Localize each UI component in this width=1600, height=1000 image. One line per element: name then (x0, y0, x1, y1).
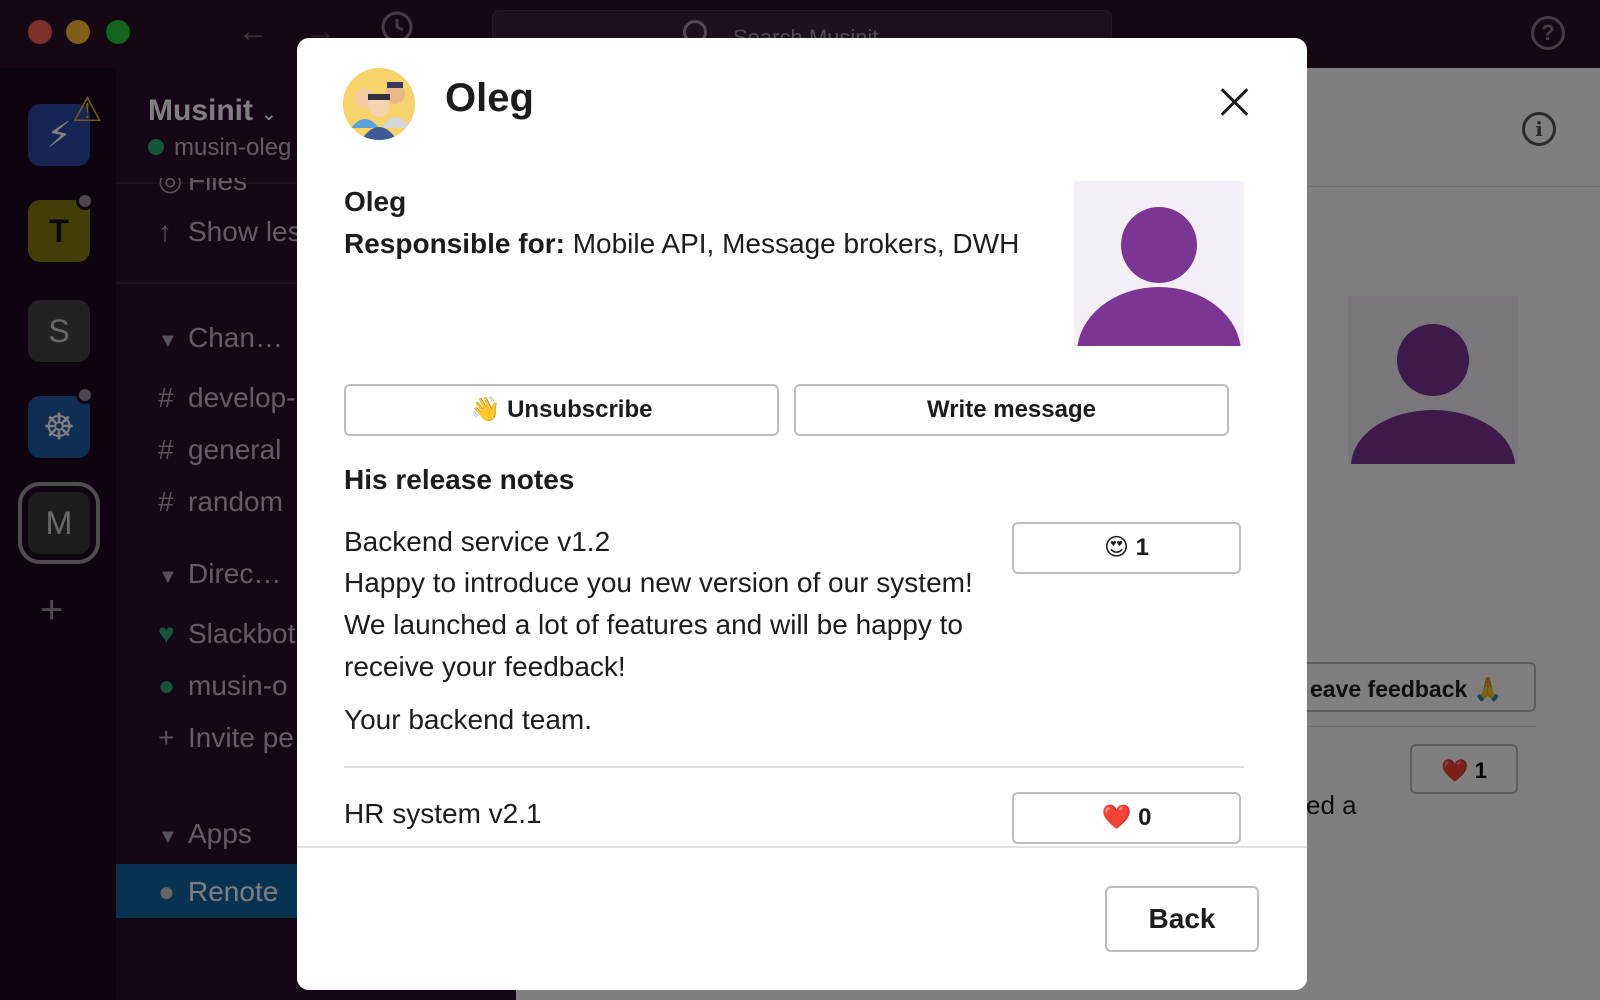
responsibilities: Responsible for: Mobile API, Message bro… (344, 228, 1019, 260)
responsible-label: Responsible for: (344, 228, 565, 259)
user-name: Oleg (344, 186, 407, 217)
avatar (1074, 181, 1244, 346)
divider (344, 766, 1244, 768)
modal-title: Oleg (445, 76, 534, 120)
close-icon[interactable] (1215, 82, 1255, 122)
modal-footer: Back (297, 846, 1307, 990)
unsubscribe-button[interactable]: 👋 Unsubscribe (344, 384, 779, 436)
reaction-button[interactable]: 😍 1 (1012, 522, 1241, 574)
back-button[interactable]: Back (1105, 886, 1259, 952)
team-logo-icon (343, 68, 415, 140)
responsible-value: Mobile API, Message brokers, DWH (564, 228, 1020, 259)
write-message-button[interactable]: Write message (794, 384, 1229, 436)
release-note-signature: Your backend team. (344, 704, 593, 735)
release-note-body: Happy to introduce you new version of ou… (344, 567, 973, 682)
section-title: His release notes (344, 464, 575, 495)
profile-modal: Oleg Oleg Responsible for: Mobile API, M… (297, 38, 1307, 990)
reaction-button[interactable]: ❤️ 0 (1012, 792, 1241, 844)
